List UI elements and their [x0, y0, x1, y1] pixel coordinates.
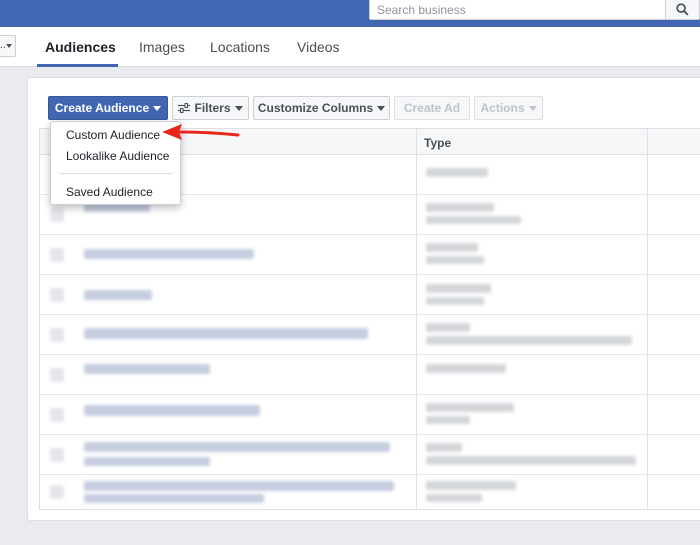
blurred-cell — [84, 290, 152, 300]
filters-button[interactable]: Filters — [172, 96, 249, 120]
tab-bar: ... Audiences Images Locations Videos — [0, 27, 700, 67]
tab-locations[interactable]: Locations — [210, 39, 270, 55]
table-row[interactable] — [40, 435, 700, 475]
customize-columns-label: Customize Columns — [257, 101, 374, 115]
row-checkbox[interactable] — [50, 448, 64, 462]
search-icon — [676, 3, 689, 16]
caret-down-icon — [153, 106, 162, 111]
blurred-cell — [426, 494, 482, 502]
blurred-cell — [84, 442, 390, 452]
blurred-cell — [426, 323, 470, 332]
tab-images[interactable]: Images — [139, 39, 185, 55]
column-header-type[interactable]: Type — [424, 136, 451, 150]
blurred-cell — [84, 494, 264, 503]
active-tab-indicator — [37, 64, 118, 67]
blurred-cell — [426, 416, 470, 424]
blurred-cell — [426, 403, 514, 412]
customize-columns-button[interactable]: Customize Columns — [253, 96, 390, 120]
page-footer-background — [0, 521, 700, 545]
blurred-cell — [426, 203, 494, 212]
menu-item-custom-audience[interactable]: Custom Audience — [66, 128, 160, 142]
blurred-cell — [426, 297, 484, 305]
create-ad-button[interactable]: Create Ad — [394, 96, 470, 120]
blurred-cell — [84, 405, 260, 416]
row-checkbox[interactable] — [50, 328, 64, 342]
menu-item-lookalike-audience[interactable]: Lookalike Audience — [66, 149, 169, 163]
top-navigation-bar — [0, 0, 700, 27]
caret-down-icon — [234, 106, 243, 111]
blurred-cell — [426, 481, 516, 490]
actions-button[interactable]: Actions — [474, 96, 543, 120]
row-checkbox[interactable] — [50, 288, 64, 302]
blurred-cell — [426, 256, 484, 264]
blurred-cell — [84, 328, 368, 339]
actions-label: Actions — [480, 101, 525, 115]
arrow-annotation-icon — [162, 124, 240, 140]
blurred-cell — [84, 481, 394, 491]
tab-videos[interactable]: Videos — [297, 39, 340, 55]
row-checkbox[interactable] — [50, 485, 64, 499]
caret-down-icon — [377, 106, 386, 111]
caret-down-icon — [6, 44, 12, 48]
search-input[interactable] — [370, 0, 666, 19]
blurred-cell — [84, 249, 254, 259]
blurred-cell — [426, 168, 488, 177]
blurred-cell — [426, 443, 462, 452]
table-row[interactable] — [40, 355, 700, 395]
blurred-cell — [426, 284, 491, 293]
blurred-cell — [84, 364, 210, 374]
caret-down-icon — [528, 106, 537, 111]
blurred-cell — [426, 364, 506, 373]
blurred-cell — [426, 243, 478, 252]
create-audience-label: Create Audience — [54, 101, 150, 115]
row-checkbox[interactable] — [50, 408, 64, 422]
row-checkbox[interactable] — [50, 248, 64, 262]
blurred-cell — [426, 336, 632, 345]
table-row[interactable] — [40, 315, 700, 355]
menu-divider — [59, 173, 173, 174]
table-row[interactable] — [40, 395, 700, 435]
row-checkbox[interactable] — [50, 208, 64, 222]
create-ad-label: Create Ad — [403, 101, 461, 115]
table-row[interactable] — [40, 475, 700, 509]
sliders-icon — [178, 103, 191, 113]
table-row[interactable] — [40, 275, 700, 315]
back-dropdown-button[interactable]: ... — [0, 35, 16, 57]
blurred-cell — [84, 457, 210, 466]
table-row[interactable] — [40, 235, 700, 275]
create-audience-button[interactable]: Create Audience — [48, 96, 168, 120]
menu-item-saved-audience[interactable]: Saved Audience — [66, 185, 153, 199]
filters-label: Filters — [194, 101, 231, 115]
search-button[interactable] — [665, 0, 699, 19]
blurred-cell — [426, 456, 636, 465]
row-checkbox[interactable] — [50, 368, 64, 382]
tab-audiences[interactable]: Audiences — [45, 39, 116, 55]
blurred-cell — [426, 216, 521, 224]
search-box[interactable] — [369, 0, 700, 20]
